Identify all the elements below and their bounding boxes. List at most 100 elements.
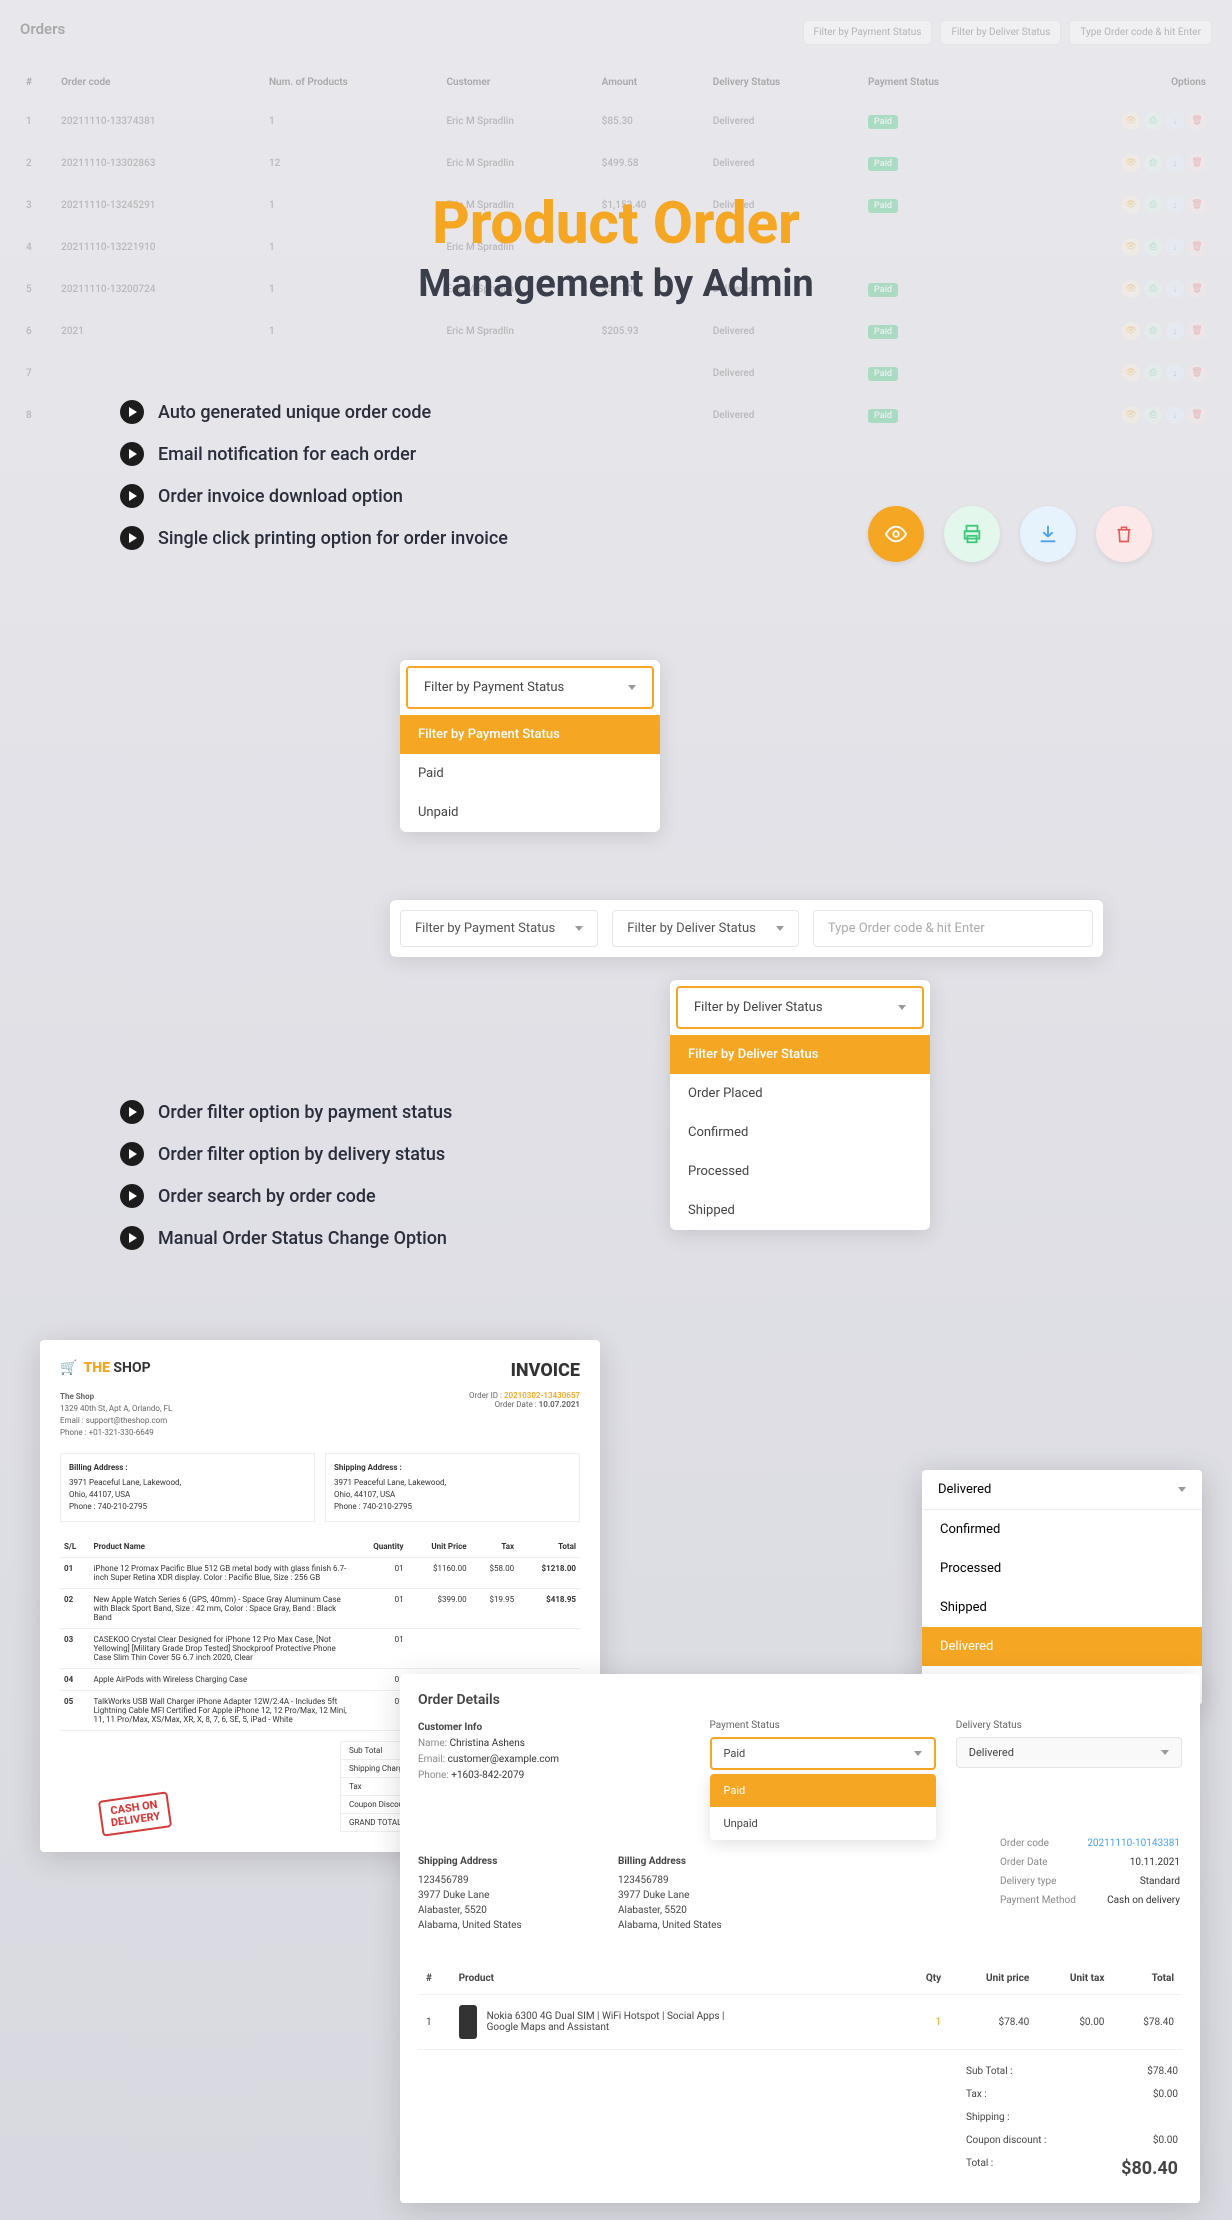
print-icon[interactable]: ⎙ (1144, 322, 1162, 340)
chevron-down-icon (1178, 1487, 1186, 1492)
features-list-1: Auto generated unique order code Email no… (120, 400, 508, 568)
order-meta: Order code20211110-10143381Order Date10.… (1000, 1834, 1180, 1910)
play-icon (120, 400, 144, 424)
order-totals: Sub Total :$78.40Tax :$0.00Shipping :Cou… (962, 2060, 1182, 2185)
delivered-dropdown[interactable]: Delivered ConfirmedProcessedShippedDeliv… (922, 1470, 1202, 1705)
delete-icon[interactable]: 🗑 (1188, 112, 1206, 130)
col-num: Num. of Products (263, 65, 441, 100)
dropdown-option[interactable]: Filter by Payment Status (400, 715, 660, 754)
dropdown-option[interactable]: Shipped (922, 1588, 1202, 1627)
feature-item: Manual Order Status Change Option (120, 1226, 452, 1250)
download-icon[interactable]: ↓ (1166, 364, 1184, 382)
play-icon (120, 1100, 144, 1124)
orders-title: Orders (20, 20, 65, 45)
shipping-address: Shipping Address 123456789 3977 Duke Lan… (418, 1854, 578, 1933)
dropdown-option[interactable]: Filter by Deliver Status (670, 1035, 930, 1074)
feature-text: Order invoice download option (158, 486, 403, 507)
col-amount: Amount (596, 65, 707, 100)
dropdown-option[interactable]: Confirmed (670, 1113, 930, 1152)
dropdown-option[interactable]: Paid (710, 1774, 936, 1807)
print-icon[interactable]: ⎙ (1144, 112, 1162, 130)
shop-info: The Shop 1329 40th St, Apt A, Orlando, F… (60, 1391, 172, 1439)
dropdown-trigger[interactable]: Delivered (922, 1470, 1202, 1510)
deliver-status-dropdown[interactable]: Filter by Deliver Status Filter by Deliv… (670, 980, 930, 1230)
col-idx: # (20, 65, 55, 100)
delivery-status-select[interactable]: Delivered (956, 1737, 1182, 1768)
dropdown-option[interactable]: Shipped (670, 1191, 930, 1230)
delete-icon[interactable]: 🗑 (1188, 406, 1206, 424)
dropdown-label: Filter by Payment Status (424, 680, 564, 695)
print-icon[interactable]: ⎙ (1144, 364, 1162, 382)
search-input[interactable]: Type Order code & hit Enter (1069, 20, 1212, 45)
col-customer: Customer (441, 65, 596, 100)
view-icon[interactable]: 👁 (1122, 154, 1140, 172)
filter-payment-select[interactable]: Filter by Payment Status (400, 910, 598, 947)
title-line1: Product Order (0, 190, 1232, 258)
dropdown-label: Filter by Deliver Status (694, 1000, 823, 1015)
download-icon[interactable]: ↓ (1166, 112, 1184, 130)
filter-row: Filter by Payment Status Filter by Deliv… (390, 900, 1103, 957)
view-icon[interactable]: 👁 (1122, 406, 1140, 424)
feature-item: Order filter option by delivery status (120, 1142, 452, 1166)
dropdown-option[interactable]: Paid (400, 754, 660, 793)
table-row: 02New Apple Watch Series 6 (GPS, 40mm) -… (60, 1589, 580, 1629)
meta-row: Order code20211110-10143381 (1000, 1834, 1180, 1853)
customer-info-header: Customer Info (418, 1722, 482, 1733)
filter-payment[interactable]: Filter by Payment Status (803, 20, 933, 45)
meta-row: Delivery typeStandard (1000, 1872, 1180, 1891)
download-icon[interactable]: ↓ (1166, 406, 1184, 424)
view-icon[interactable]: 👁 (1122, 112, 1140, 130)
dropdown-trigger[interactable]: Filter by Deliver Status (676, 986, 924, 1029)
feature-item: Auto generated unique order code (120, 400, 508, 424)
payment-status-select[interactable]: Paid (710, 1737, 936, 1770)
meta-row: Order Date10.11.2021 (1000, 1853, 1180, 1872)
view-button[interactable] (868, 506, 924, 562)
dropdown-option[interactable]: Processed (922, 1549, 1202, 1588)
delete-button[interactable] (1096, 506, 1152, 562)
hero-title: Product Order Management by Admin (0, 190, 1232, 306)
dropdown-option[interactable]: Unpaid (710, 1807, 936, 1840)
dropdown-option[interactable]: Confirmed (922, 1510, 1202, 1549)
feature-text: Order search by order code (158, 1186, 376, 1207)
feature-item: Email notification for each order (120, 442, 508, 466)
print-button[interactable] (944, 506, 1000, 562)
billing-address: Billing Address : 3971 Peaceful Lane, La… (60, 1453, 315, 1522)
table-row: 1Nokia 6300 4G Dual SIM | WiFi Hotspot |… (418, 1995, 1182, 2050)
play-icon (120, 526, 144, 550)
feature-item: Single click printing option for order i… (120, 526, 508, 550)
filter-deliver-select[interactable]: Filter by Deliver Status (612, 910, 799, 947)
feature-text: Order filter option by delivery status (158, 1144, 445, 1165)
action-bubbles (868, 506, 1152, 562)
play-icon (120, 442, 144, 466)
view-icon[interactable]: 👁 (1122, 322, 1140, 340)
dropdown-trigger[interactable]: Filter by Payment Status (406, 666, 654, 709)
download-icon[interactable]: ↓ (1166, 154, 1184, 172)
delete-icon[interactable]: 🗑 (1188, 154, 1206, 172)
table-row: 220211110-1330286312Eric M Spradlin$499.… (20, 142, 1212, 184)
feature-text: Manual Order Status Change Option (158, 1228, 447, 1249)
delete-icon[interactable]: 🗑 (1188, 364, 1206, 382)
search-field[interactable]: Type Order code & hit Enter (813, 910, 1093, 947)
view-icon[interactable]: 👁 (1122, 364, 1140, 382)
table-row: 03CASEKOO Crystal Clear Designed for iPh… (60, 1629, 580, 1669)
table-row: 120211110-133743811Eric M Spradlin$85.30… (20, 100, 1212, 142)
filter-deliver[interactable]: Filter by Deliver Status (940, 20, 1061, 45)
delete-icon[interactable]: 🗑 (1188, 322, 1206, 340)
feature-text: Email notification for each order (158, 444, 416, 465)
print-icon[interactable]: ⎙ (1144, 154, 1162, 172)
chevron-down-icon (914, 1751, 922, 1756)
dropdown-option[interactable]: Delivered (922, 1627, 1202, 1666)
chevron-down-icon (628, 685, 636, 690)
print-icon[interactable]: ⎙ (1144, 406, 1162, 424)
dropdown-option[interactable]: Processed (670, 1152, 930, 1191)
title-line2: Management by Admin (0, 262, 1232, 306)
dropdown-option[interactable]: Unpaid (400, 793, 660, 832)
total-row: Coupon discount :$0.00 (962, 2129, 1182, 2152)
download-icon[interactable]: ↓ (1166, 322, 1184, 340)
download-button[interactable] (1020, 506, 1076, 562)
dropdown-option[interactable]: Order Placed (670, 1074, 930, 1113)
col-code: Order code (55, 65, 263, 100)
payment-status-dropdown[interactable]: Filter by Payment Status Filter by Payme… (400, 660, 660, 832)
feature-item: Order invoice download option (120, 484, 508, 508)
feature-text: Auto generated unique order code (158, 402, 431, 423)
